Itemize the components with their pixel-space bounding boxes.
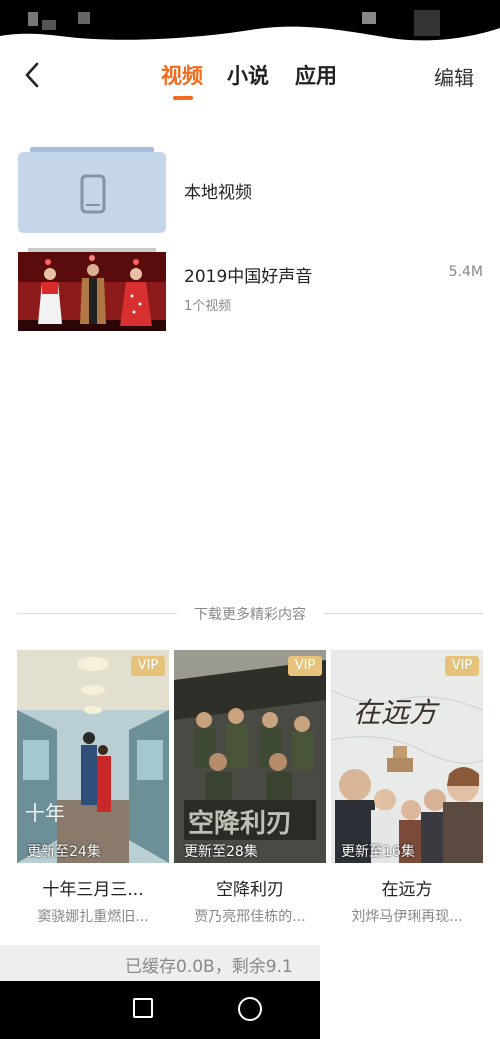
folder-title: 2019中国好声音: [184, 267, 313, 287]
card-subtitle: 贾乃亮邢佳栋的...: [194, 909, 306, 925]
episode-update: 更新至24集: [27, 844, 101, 860]
storage-status: 已缓存0.0B，剩余9.1: [125, 957, 293, 977]
tab-apps[interactable]: 应用: [295, 60, 337, 90]
status-bar: [0, 0, 500, 48]
folder-video-count: 1个视频: [184, 299, 232, 314]
folder-size: 5.4M: [448, 264, 483, 280]
chevron-left-icon: [25, 62, 39, 88]
storage-bar-mask: [320, 945, 500, 981]
poster-image: 在远方 VIP 更新至16集: [331, 650, 483, 863]
tab-video[interactable]: 视频: [161, 60, 203, 90]
status-icon: [28, 12, 38, 26]
svg-text:空降利刃: 空降利刃: [188, 808, 292, 839]
nav-bar-mask: [320, 981, 500, 1039]
active-tab-indicator: [173, 96, 193, 100]
system-nav-bar: [0, 981, 320, 1039]
status-icon: [42, 20, 56, 30]
vip-badge: VIP: [445, 656, 479, 676]
poster-artwork: 在远方: [331, 650, 483, 863]
card-subtitle: 刘烨马伊琍再现...: [351, 909, 463, 925]
poster-artwork: 十年: [17, 650, 169, 863]
recents-button[interactable]: [133, 998, 153, 1018]
poster-image: 空降利刃 VIP 更新至28集: [174, 650, 326, 863]
recommendation-card[interactable]: 空降利刃 VIP 更新至28集 空降利刃 贾乃亮邢佳栋的...: [174, 650, 326, 926]
recommendation-card[interactable]: 十年 VIP 更新至24集 十年三月三... 窦骁娜扎重燃旧...: [17, 650, 169, 926]
top-nav: 视频 小说 应用 编辑: [0, 50, 500, 106]
recommendation-card[interactable]: 在远方 VIP 更新至16集 在远方 刘烨马伊琍再现...: [331, 650, 483, 926]
episode-update: 更新至16集: [341, 844, 415, 860]
status-icon: [362, 12, 376, 24]
divider-text: 下载更多精彩内容: [194, 607, 306, 623]
back-button[interactable]: [18, 60, 48, 90]
card-title: 在远方: [381, 880, 433, 900]
episode-update: 更新至28集: [184, 844, 258, 860]
svg-text:在远方: 在远方: [353, 696, 440, 729]
poster-artwork: 空降利刃: [174, 650, 326, 863]
svg-text:十年: 十年: [25, 801, 65, 825]
card-subtitle: 窦骁娜扎重燃旧...: [37, 909, 149, 925]
vip-badge: VIP: [288, 656, 322, 676]
home-button[interactable]: [238, 997, 262, 1021]
status-icon: [78, 12, 90, 24]
card-title: 十年三月三...: [42, 880, 144, 900]
folder-thumbnail: [18, 147, 166, 233]
tab-novel[interactable]: 小说: [227, 60, 269, 90]
folder-thumbnail-image: [18, 248, 166, 331]
edit-button[interactable]: 编辑: [434, 62, 474, 91]
card-title: 空降利刃: [216, 880, 284, 900]
local-video-label: 本地视频: [184, 183, 252, 203]
section-divider: 下载更多精彩内容: [17, 604, 483, 624]
vip-badge: VIP: [131, 656, 165, 676]
poster-image: 十年 VIP 更新至24集: [17, 650, 169, 863]
storage-bar: 已缓存0.0B，剩余9.1: [0, 945, 500, 981]
status-icon: [414, 10, 440, 36]
